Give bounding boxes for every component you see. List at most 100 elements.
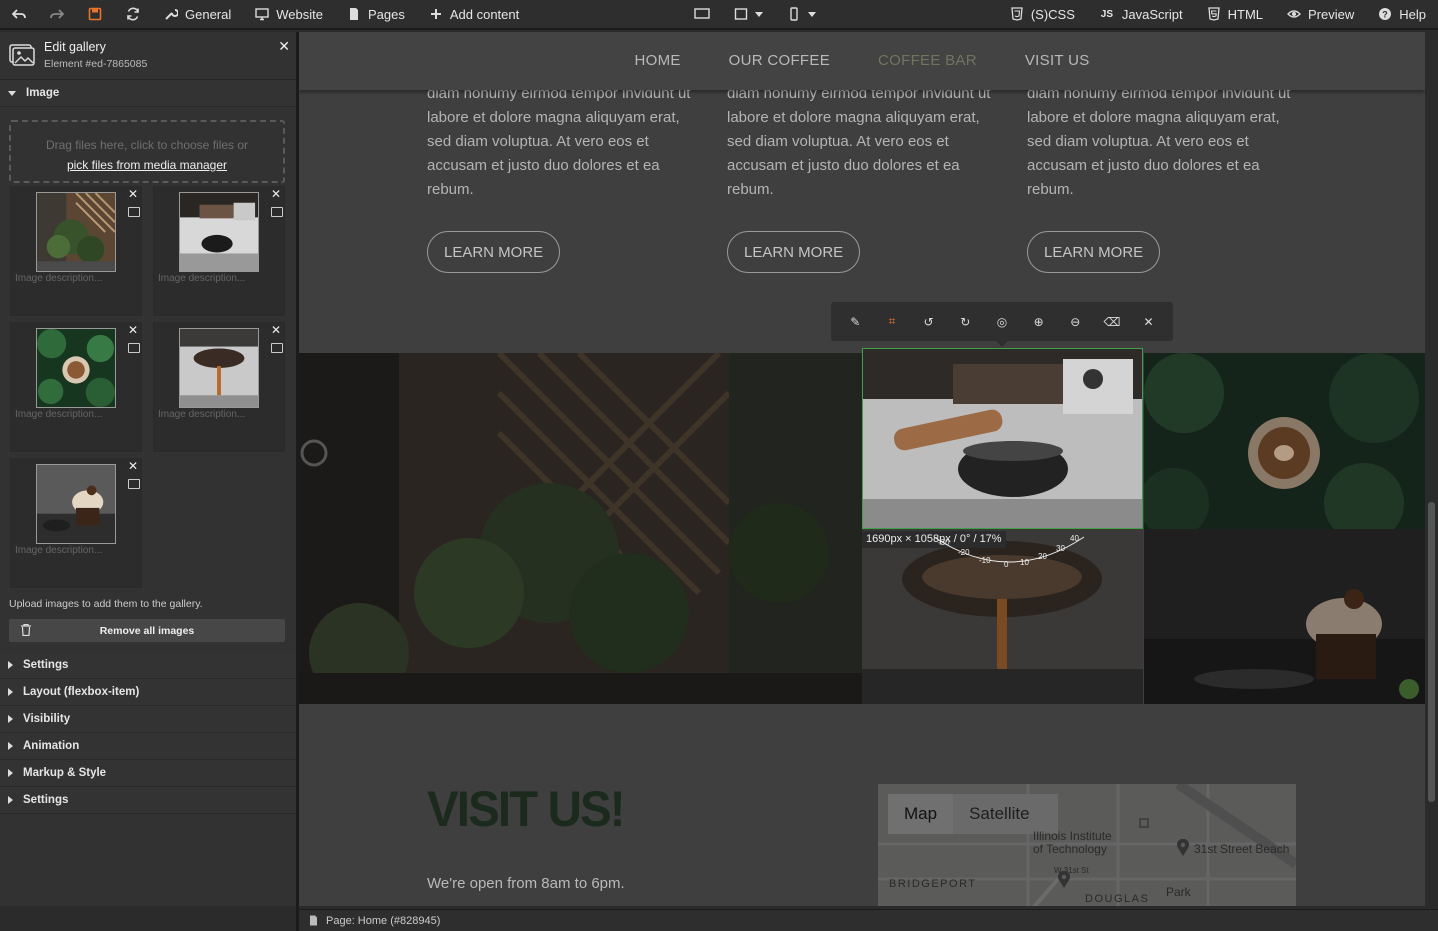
focus-icon[interactable]: ◎ xyxy=(995,315,1009,329)
espresso-machine-photo xyxy=(863,349,1142,528)
gallery-thumb-4[interactable]: Image description... ✕ xyxy=(153,322,285,452)
thumb-description[interactable]: Image description... xyxy=(158,409,245,420)
general-button[interactable]: General xyxy=(152,0,243,29)
general-label: General xyxy=(185,6,232,22)
learn-more-button[interactable]: LEARN MORE xyxy=(427,231,561,273)
gallery-image-plants[interactable] xyxy=(299,353,862,704)
section-label: Animation xyxy=(23,740,80,752)
undo-button[interactable] xyxy=(0,0,38,29)
html-button[interactable]: HTML xyxy=(1195,0,1275,29)
page-icon xyxy=(349,8,358,20)
page-canvas: HOME OUR COFFEE COFFEE BAR VISIT US diam… xyxy=(299,32,1425,906)
image-dropzone[interactable]: Drag files here, click to choose files o… xyxy=(9,120,285,183)
save-button[interactable] xyxy=(76,0,114,29)
javascript-button[interactable]: JS JavaScript xyxy=(1087,0,1195,29)
map-embed[interactable]: Map Satellite Illinois Institute of Tech… xyxy=(878,784,1296,906)
gallery-thumb-3[interactable]: Image description... ✕ xyxy=(10,322,142,452)
gallery-image-latte[interactable] xyxy=(1144,353,1425,529)
redo-button[interactable] xyxy=(38,0,76,29)
undo-icon xyxy=(12,9,26,19)
section-markup-style-header[interactable]: Markup & Style xyxy=(0,760,296,787)
refresh-button[interactable] xyxy=(114,0,152,29)
nav-visit-us[interactable]: VISIT US xyxy=(1025,52,1090,90)
map-pin-icon[interactable] xyxy=(1176,839,1190,857)
eraser-icon[interactable]: ⌫ xyxy=(1103,315,1120,329)
close-icon[interactable]: ✕ xyxy=(1142,315,1156,329)
section-animation-header[interactable]: Animation xyxy=(0,733,296,760)
svg-text:10: 10 xyxy=(1020,558,1029,567)
map-tab-satellite[interactable]: Satellite xyxy=(953,794,1045,834)
gallery-image-cupcake[interactable] xyxy=(1144,529,1425,704)
rotate-left-icon[interactable]: ↺ xyxy=(922,315,936,329)
map-pin-icon[interactable] xyxy=(1057,871,1071,889)
caret-right-icon xyxy=(8,769,13,777)
zoom-out-icon[interactable]: ⊖ xyxy=(1068,315,1082,329)
image-settings-icon[interactable] xyxy=(128,343,140,353)
plants-photo xyxy=(299,353,862,704)
section-settings-header[interactable]: Settings xyxy=(0,652,296,679)
thumb-plants-image xyxy=(36,192,116,272)
help-button[interactable]: ? Help xyxy=(1366,0,1438,29)
current-page-label[interactable]: Page: Home (#828945) xyxy=(326,915,440,927)
gallery-thumb-1[interactable]: Image description... ✕ xyxy=(10,186,142,316)
image-settings-icon[interactable] xyxy=(128,479,140,489)
thumb-description[interactable]: Image description... xyxy=(158,273,245,284)
preview-button[interactable]: Preview xyxy=(1275,0,1366,29)
scss-label: (S)CSS xyxy=(1030,6,1075,22)
zoom-in-icon[interactable]: ⊕ xyxy=(1032,315,1046,329)
gallery xyxy=(299,348,1425,704)
svg-text:40: 40 xyxy=(1070,534,1079,543)
image-settings-icon[interactable] xyxy=(271,207,283,217)
rotation-dial[interactable]: -30 -20 -10 0 10 20 30 40 xyxy=(924,527,1094,577)
help-label: Help xyxy=(1399,6,1426,22)
pages-button[interactable]: Pages xyxy=(335,0,417,29)
media-manager-link[interactable]: pick files from media manager xyxy=(67,158,227,172)
remove-all-images-button[interactable]: Remove all images xyxy=(9,619,285,642)
image-settings-icon[interactable] xyxy=(271,343,283,353)
nav-home[interactable]: HOME xyxy=(634,52,680,90)
nav-our-coffee[interactable]: OUR COFFEE xyxy=(729,52,830,90)
status-bar: Page: Home (#828945) xyxy=(299,909,1438,931)
scss-button[interactable]: (S)CSS xyxy=(998,0,1087,29)
image-settings-icon[interactable] xyxy=(128,207,140,217)
remove-image-icon[interactable]: ✕ xyxy=(128,187,138,201)
remove-image-icon[interactable]: ✕ xyxy=(128,459,138,473)
edit-icon[interactable]: ✎ xyxy=(848,315,862,329)
canvas-scrollbar-thumb[interactable] xyxy=(1428,502,1435,802)
cupcake-photo xyxy=(1144,529,1425,704)
section-visibility-header[interactable]: Visibility xyxy=(0,706,296,733)
gallery-image-espresso-machine-selected[interactable] xyxy=(862,348,1143,529)
thumb-description[interactable]: Image description... xyxy=(15,409,102,420)
learn-more-button[interactable]: LEARN MORE xyxy=(727,231,861,273)
gallery-thumb-5[interactable]: Image description... ✕ xyxy=(10,458,142,588)
gallery-thumb-2[interactable]: Image description... ✕ xyxy=(153,186,285,316)
thumb-description[interactable]: Image description... xyxy=(15,545,102,556)
caret-right-icon xyxy=(8,688,13,696)
nav-coffee-bar[interactable]: COFFEE BAR xyxy=(878,52,977,90)
edit-gallery-panel: Edit gallery Element #ed-7865085 ✕ Image… xyxy=(0,32,296,906)
add-content-button[interactable]: Add content xyxy=(417,0,531,29)
learn-more-button[interactable]: LEARN MORE xyxy=(1027,231,1161,273)
thumb-espresso-pour-image xyxy=(179,328,259,408)
canvas-scrollbar[interactable] xyxy=(1425,32,1438,906)
close-panel-button[interactable]: ✕ xyxy=(278,38,290,55)
section-label: Settings xyxy=(23,794,69,806)
section-layout-header[interactable]: Layout (flexbox-item) xyxy=(0,679,296,706)
section-settings-2-header[interactable]: Settings xyxy=(0,787,296,814)
rotate-right-icon[interactable]: ↻ xyxy=(958,315,972,329)
remove-image-icon[interactable]: ✕ xyxy=(271,323,281,337)
tablet-view-button[interactable] xyxy=(722,0,775,29)
remove-image-icon[interactable]: ✕ xyxy=(128,323,138,337)
crop-icon[interactable]: ⌗ xyxy=(885,314,899,329)
remove-image-icon[interactable]: ✕ xyxy=(271,187,281,201)
website-button[interactable]: Website xyxy=(243,0,335,29)
map-tab-map[interactable]: Map xyxy=(888,794,954,834)
mobile-view-button[interactable] xyxy=(775,0,828,29)
section-image-header[interactable]: Image xyxy=(0,80,296,107)
desktop-view-button[interactable] xyxy=(682,0,722,29)
svg-text:-20: -20 xyxy=(958,548,970,557)
thumb-description[interactable]: Image description... xyxy=(15,273,102,284)
thumb-espresso-machine-image xyxy=(179,192,259,272)
svg-text:0: 0 xyxy=(1004,560,1009,569)
svg-text:?: ? xyxy=(1383,10,1389,20)
